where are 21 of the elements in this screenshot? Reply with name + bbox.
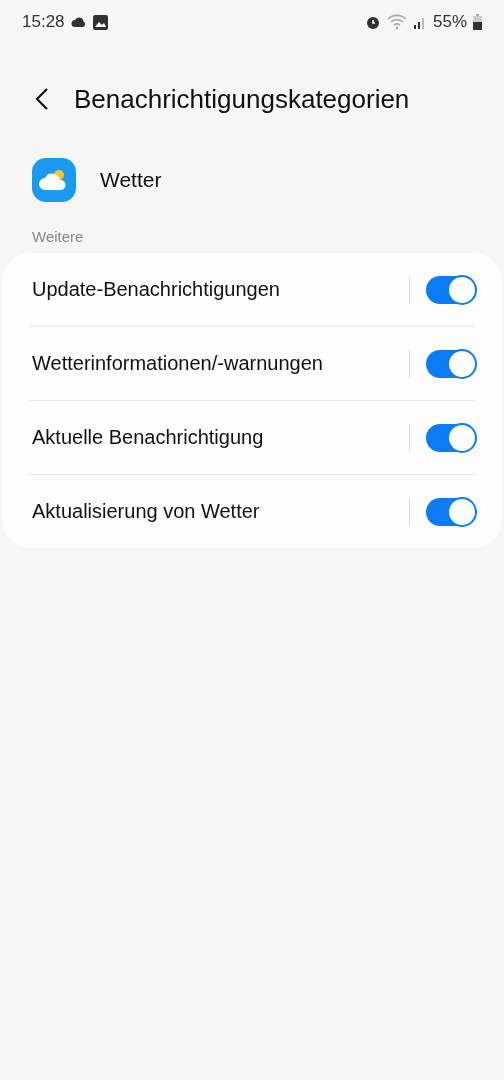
setting-label: Update-Benachrichtigungen — [31, 278, 281, 301]
chevron-left-icon — [35, 87, 49, 111]
wifi-icon — [386, 14, 407, 30]
toggle-switch[interactable] — [426, 349, 476, 378]
signal-icon — [412, 15, 427, 29]
toggle-switch[interactable] — [426, 497, 476, 526]
alarm-icon — [364, 14, 381, 30]
page-title: Benachrichtigungskategorien — [74, 83, 410, 115]
toggle-switch[interactable] — [426, 423, 476, 452]
battery-percent: 55% — [432, 12, 467, 32]
cloud-icon — [70, 16, 87, 28]
image-icon — [92, 14, 108, 30]
setting-label: Wetterinformationen/-warnungen — [31, 352, 324, 375]
toggle-switch[interactable] — [426, 275, 476, 304]
battery-icon — [473, 14, 482, 30]
app-name: Wetter — [100, 168, 162, 192]
weather-app-icon — [32, 158, 76, 202]
section-label: Weitere — [31, 227, 85, 247]
status-time: 15:28 — [22, 12, 65, 32]
setting-label: Aktuelle Benachrichtigung — [31, 426, 265, 449]
setting-label: Aktualisierung von Wetter — [31, 500, 261, 523]
